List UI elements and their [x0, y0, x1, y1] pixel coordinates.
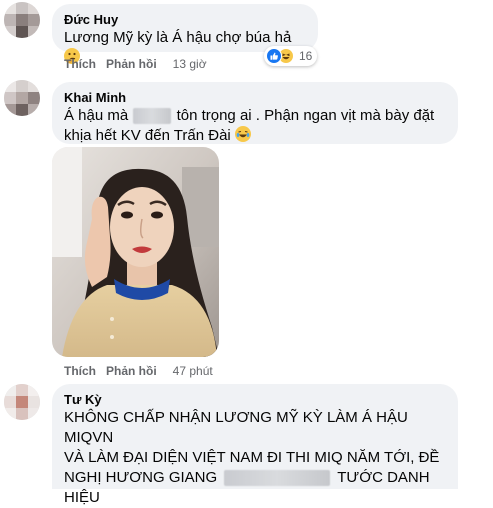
avatar[interactable] — [4, 384, 40, 420]
comment-bubble: Khai Minh Á hậu mà tôn trọng ai . Phận n… — [52, 82, 458, 144]
like-link[interactable]: Thích — [64, 363, 96, 379]
comment-text-line: HIỆU — [64, 489, 100, 506]
censored-blur — [224, 470, 331, 487]
comment-photo[interactable] — [52, 147, 219, 357]
comment-text-part: Á hậu mà — [64, 107, 129, 124]
comment-text-part: khịa hết KV đến Trấn Đài — [64, 127, 231, 144]
comment-text-content: Lương Mỹ kỳ là Á hậu chợ búa hả — [64, 29, 292, 46]
comment-text-line: KHÔNG CHẤP NHẬN LƯƠNG MỸ KỲ LÀM Á HẬU MI… — [64, 409, 408, 446]
comment-author[interactable]: Tư Kỳ — [64, 392, 446, 408]
reply-link[interactable]: Phản hồi — [106, 363, 157, 379]
comment-text-part: NGHỊ HƯƠNG GIANG — [64, 469, 218, 486]
like-link[interactable]: Thích — [64, 56, 96, 72]
comment-timestamp[interactable]: 13 giờ — [173, 56, 207, 72]
comment-text: Á hậu mà tôn trọng ai . Phận ngan vịt mà… — [64, 106, 446, 126]
comment-text-part: tôn trọng ai . Phận ngan vịt mà bày đặt — [176, 107, 435, 124]
avatar[interactable] — [4, 2, 40, 38]
comment-bubble: Tư Kỳ KHÔNG CHẤP NHẬN LƯƠNG MỸ KỲ LÀM Á … — [52, 384, 458, 506]
laughing-face-icon — [234, 126, 251, 142]
avatar[interactable] — [4, 80, 40, 116]
censored-blur — [133, 108, 172, 125]
comment-text-part: TƯỚC DANH — [337, 469, 430, 486]
comment-text-line: khịa hết KV đến Trấn Đài — [64, 126, 446, 146]
comment-text-line: NGHỊ HƯƠNG GIANG TƯỚC DANH — [64, 468, 446, 488]
comment-author[interactable]: Khai Minh — [64, 90, 446, 106]
reaction-count: 16 — [299, 49, 313, 63]
comment-timestamp[interactable]: 47 phút — [173, 363, 213, 379]
comment-author[interactable]: Đức Huy — [64, 12, 306, 28]
comment-text-line: VÀ LÀM ĐẠI DIỆN VIỆT NAM ĐI THI MIQ NĂM … — [64, 449, 440, 466]
comment-actions: Thích Phản hồi 47 phút — [64, 363, 213, 379]
comment-actions: Thích Phản hồi 13 giờ — [64, 56, 207, 72]
like-reaction-icon — [266, 48, 282, 64]
reply-link[interactable]: Phản hồi — [106, 56, 157, 72]
reaction-summary[interactable]: 16 — [264, 46, 318, 66]
comment-bubble: Đức Huy Lương Mỹ kỳ là Á hậu chợ búa hả — [52, 4, 318, 64]
